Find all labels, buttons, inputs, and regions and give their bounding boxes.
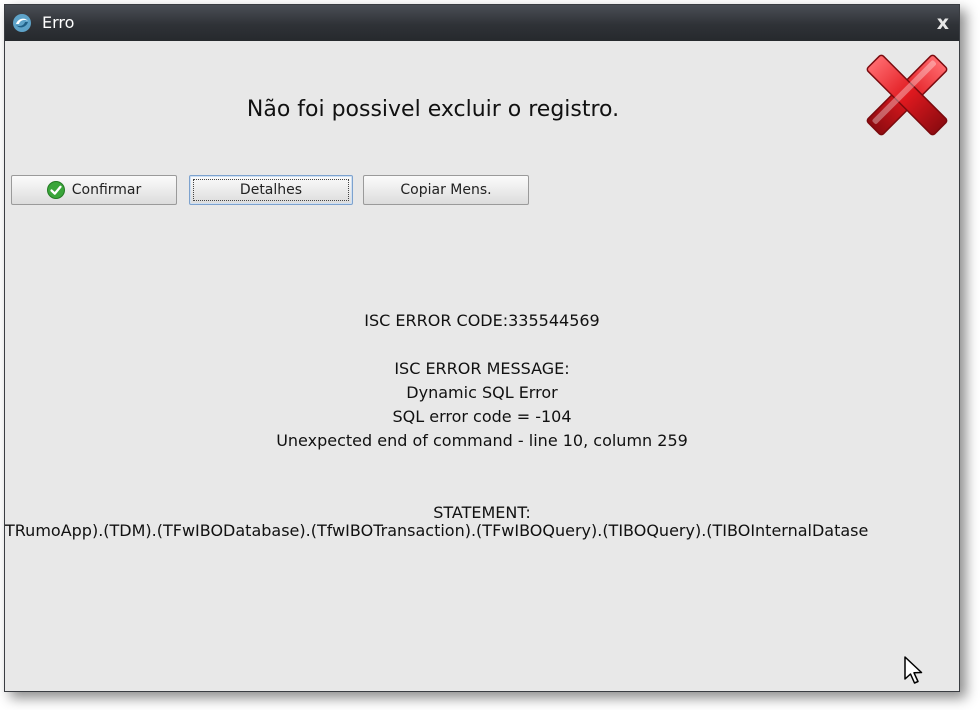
error-code: ISC ERROR CODE:335544569: [364, 311, 600, 330]
error-message-line: Dynamic SQL Error: [406, 383, 558, 402]
confirm-button-label: Confirmar: [71, 182, 142, 198]
copy-message-button[interactable]: Copiar Mens.: [363, 175, 529, 205]
app-swirl-icon: [13, 14, 31, 32]
dialog-body: Não foi possivel excluir o registro. Con…: [5, 41, 959, 691]
statement-text: TRumoApp).(TDM).(TFwIBODatabase).(TfwIBO…: [5, 521, 869, 540]
details-button[interactable]: Detalhes: [189, 175, 353, 205]
error-headline: Não foi possivel excluir o registro.: [246, 97, 620, 122]
error-message-line: SQL error code = -104: [392, 407, 572, 426]
copy-message-button-label: Copiar Mens.: [400, 182, 492, 198]
error-message-label: ISC ERROR MESSAGE:: [394, 359, 570, 378]
confirm-button[interactable]: Confirmar: [11, 175, 177, 205]
window-title: Erro: [42, 13, 75, 32]
check-icon: [46, 181, 65, 199]
mouse-cursor-icon: [904, 656, 923, 684]
error-x-icon: [866, 54, 948, 136]
error-details: ISC ERROR CODE:335544569 ISC ERROR MESSA…: [5, 309, 959, 525]
focus-ring: [193, 179, 349, 201]
title-bar[interactable]: Erro x: [5, 5, 959, 41]
error-dialog: Erro x Não foi possivel excluir o regist: [4, 4, 960, 692]
error-message-line: Unexpected end of command - line 10, col…: [276, 431, 688, 450]
close-button[interactable]: x: [937, 12, 949, 34]
